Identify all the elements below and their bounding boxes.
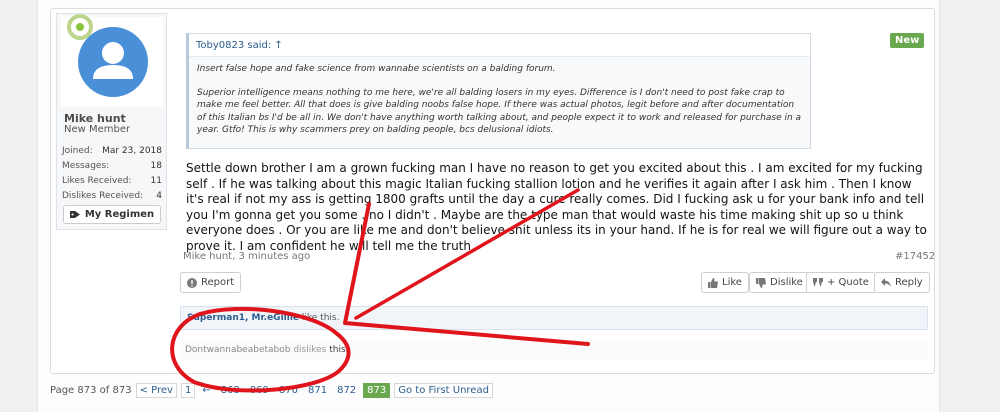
stat-row-joined: Joined: Mar 23, 2018	[62, 144, 162, 159]
post-message: Settle down brother I am a grown fucking…	[186, 161, 927, 253]
go-to-first-unread-button[interactable]: Go to First Unread	[394, 382, 493, 398]
page-of-label: Page 873 of 873	[50, 384, 132, 396]
page-link[interactable]: 870	[276, 384, 301, 397]
my-regimen-label: My Regimen	[84, 209, 155, 220]
stat-value: 11	[150, 176, 162, 186]
dislikes-summary: Dontwannabeabetabob dislikes this.	[180, 340, 928, 360]
stat-value: Mar 23, 2018	[102, 146, 162, 156]
stat-row-likes: Likes Received: 11	[62, 174, 162, 189]
default-avatar-icon	[77, 27, 148, 97]
likes-suffix: like this.	[301, 313, 340, 323]
stat-label: Joined:	[62, 146, 93, 156]
stat-label: Dislikes Received:	[62, 191, 144, 201]
dislikes-middle: dislikes	[293, 345, 327, 355]
quote-paragraph: Superior intelligence means nothing to m…	[197, 87, 802, 136]
report-label: Report	[201, 277, 235, 288]
stat-row-messages: Messages: 18	[62, 159, 162, 174]
page-link-first[interactable]: 1	[180, 382, 196, 398]
like-button[interactable]: Like	[701, 272, 749, 293]
stat-label: Likes Received:	[62, 176, 132, 186]
page-link[interactable]: 871	[305, 384, 330, 397]
stat-value: 4	[156, 191, 162, 201]
dislikes-target: this.	[329, 345, 349, 355]
page-link[interactable]: 869	[247, 384, 272, 397]
quote-marks-icon	[813, 278, 823, 287]
page-link[interactable]: 872	[334, 384, 359, 397]
stat-label: Messages:	[62, 161, 110, 171]
reply-label: Reply	[895, 277, 923, 288]
quote-body: Insert false hope and fake science from …	[189, 57, 810, 154]
report-button[interactable]: Report	[180, 272, 242, 293]
prev-page-button[interactable]: < Prev	[135, 382, 177, 398]
my-regimen-button[interactable]: My Regimen	[63, 205, 161, 224]
quote-paragraph: Insert false hope and fake science from …	[197, 64, 556, 74]
like-label: Like	[722, 277, 742, 288]
pagination: Page 873 of 873 < Prev 1 ← 868 869 870 8…	[50, 380, 493, 400]
reply-arrow-icon	[881, 278, 891, 287]
dislike-label: Dislike	[770, 277, 803, 288]
reply-button[interactable]: Reply	[874, 272, 930, 293]
liker-names-link[interactable]: Superman1, Mr.eGillie	[187, 313, 299, 323]
quote-label: + Quote	[827, 277, 869, 288]
dislike-button[interactable]: Dislike	[749, 272, 810, 293]
post-number-link[interactable]: #17452	[895, 251, 935, 262]
stat-value: 18	[150, 161, 162, 171]
likes-summary: Superman1, Mr.eGillie like this.	[180, 306, 928, 330]
thumbs-down-icon	[756, 277, 766, 288]
disliker-name-link[interactable]: Dontwannabeabetabob	[185, 345, 290, 355]
page-link[interactable]: 868	[218, 384, 243, 397]
quote-block: Toby0823 said: ↑ Insert false hope and f…	[186, 33, 811, 149]
new-badge: New	[890, 33, 925, 48]
user-stats: Joined: Mar 23, 2018 Messages: 18 Likes Re…	[62, 144, 162, 204]
stat-row-dislikes: Dislikes Received: 4	[62, 189, 162, 204]
user-card: Mike hunt New Member Joined: Mar 23, 2018…	[56, 13, 167, 230]
tag-icon	[69, 211, 80, 218]
skip-arrow-link[interactable]: ←	[199, 384, 213, 397]
page-link-current[interactable]: 873	[363, 382, 391, 398]
quote-button[interactable]: + Quote	[806, 272, 876, 293]
thumbs-up-icon	[708, 277, 718, 288]
user-title: New Member	[64, 124, 131, 135]
report-icon	[187, 277, 197, 288]
quote-author-link[interactable]: Toby0823 said: ↑	[189, 34, 810, 57]
online-status-icon	[67, 14, 93, 40]
post-author-time[interactable]: Mike hunt, 3 minutes ago	[183, 251, 310, 262]
